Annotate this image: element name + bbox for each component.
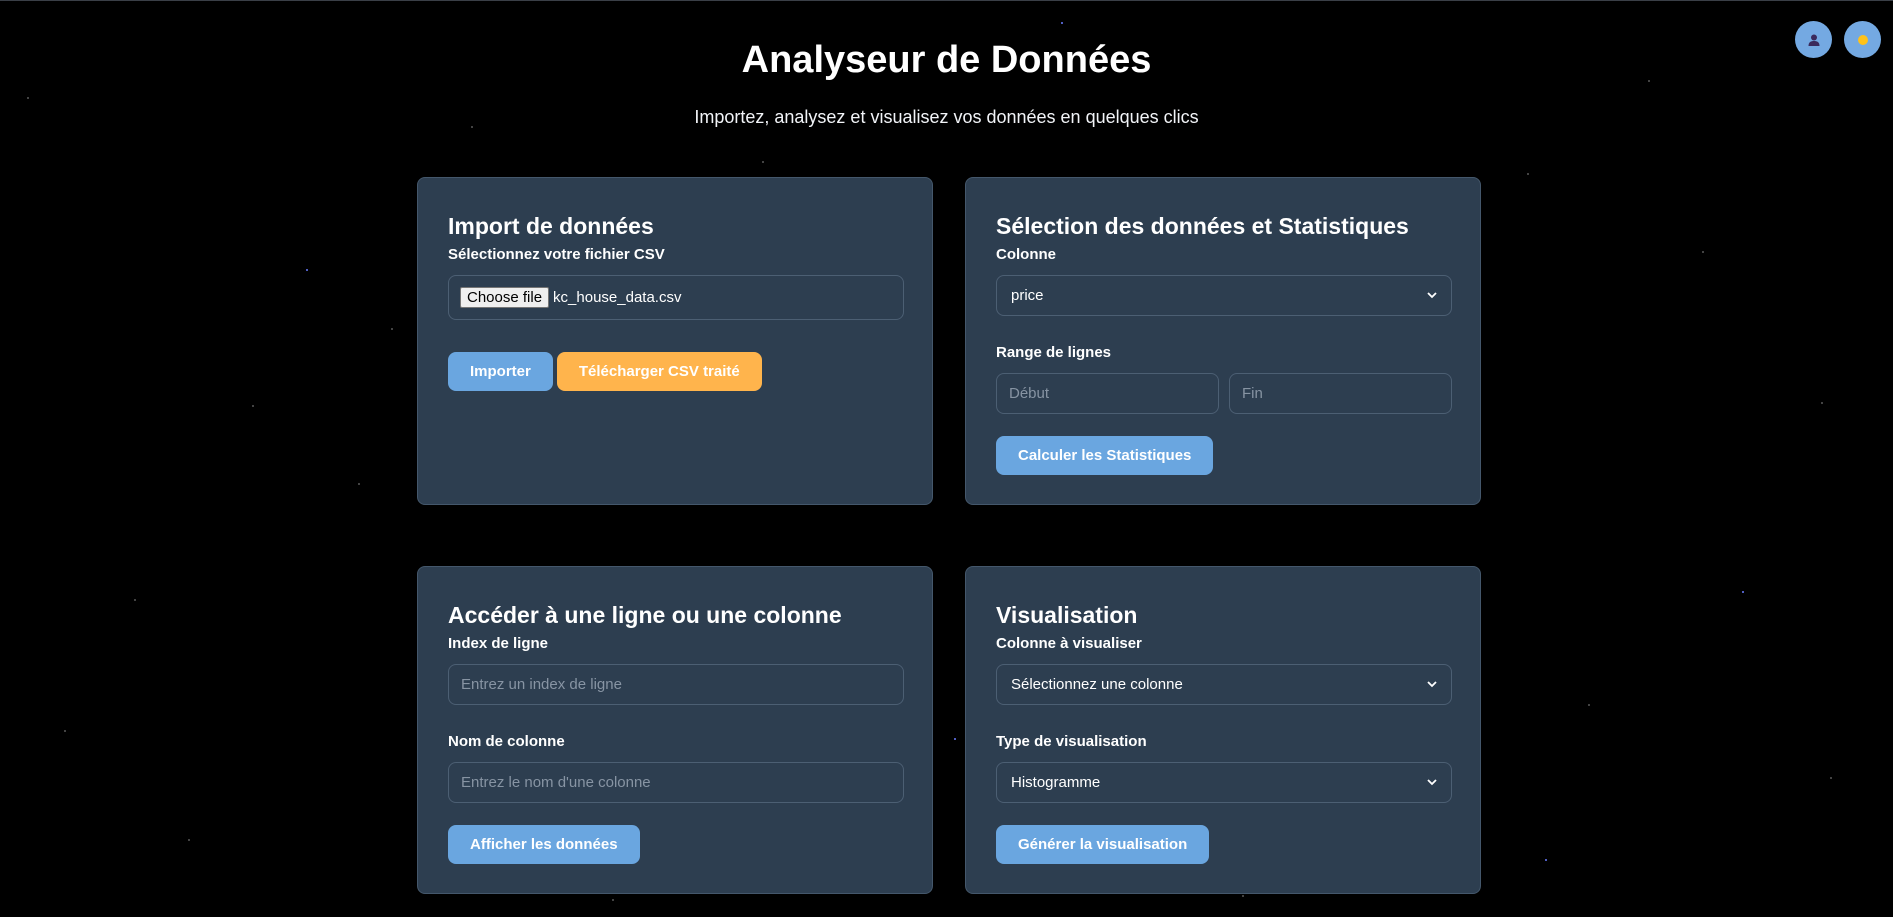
chevron-down-icon bbox=[1427, 292, 1437, 299]
viz-column-select[interactable]: Sélectionnez une colonne bbox=[996, 664, 1452, 705]
page-subtitle: Importez, analysez et visualisez vos don… bbox=[694, 107, 1199, 127]
range-label: Range de lignes bbox=[996, 344, 1112, 361]
column-name-input[interactable] bbox=[448, 762, 904, 803]
viz-type-select-value: Histogramme bbox=[1011, 774, 1101, 791]
row-index-input[interactable] bbox=[448, 664, 904, 705]
chevron-down-icon bbox=[1427, 779, 1437, 786]
card-title: Sélection des données et Statistiques bbox=[996, 213, 1409, 239]
chevron-down-icon bbox=[1427, 681, 1437, 688]
column-label: Colonne bbox=[996, 246, 1056, 263]
starfield-background bbox=[0, 1, 1893, 917]
viz-type-select[interactable]: Histogramme bbox=[996, 762, 1452, 803]
page-title: Analyseur de Données bbox=[741, 39, 1152, 81]
generate-viz-button[interactable]: Générer la visualisation bbox=[996, 825, 1210, 864]
card-title: Visualisation bbox=[996, 602, 1138, 628]
viz-column-select-value: Sélectionnez une colonne bbox=[1011, 676, 1183, 693]
column-select[interactable]: price bbox=[996, 275, 1452, 316]
column-select-value: price bbox=[1011, 287, 1044, 304]
access-card: Accéder à une ligne ou une colonne Index… bbox=[417, 566, 933, 894]
page: Analyseur de Données Importez, analysez … bbox=[0, 0, 1893, 917]
visualization-card: Visualisation Colonne à visualiser Sélec… bbox=[965, 566, 1481, 894]
show-data-button[interactable]: Afficher les données bbox=[448, 825, 640, 864]
file-label: Sélectionnez votre fichier CSV bbox=[448, 246, 665, 263]
row-index-label: Index de ligne bbox=[448, 635, 549, 652]
import-button[interactable]: Importer bbox=[448, 352, 553, 391]
viz-column-label: Colonne à visualiser bbox=[996, 635, 1142, 652]
download-csv-button[interactable]: Télécharger CSV traité bbox=[556, 352, 762, 391]
file-name: kc_house_data.csv bbox=[553, 289, 682, 306]
range-start-input[interactable] bbox=[996, 373, 1219, 414]
choose-file-button[interactable]: Choose file bbox=[460, 287, 550, 308]
range-end-input[interactable] bbox=[1229, 373, 1452, 414]
card-title: Import de données bbox=[448, 213, 654, 239]
card-title: Accéder à une ligne ou une colonne bbox=[448, 602, 842, 628]
import-card: Import de données Sélectionnez votre fic… bbox=[417, 177, 933, 505]
column-name-label: Nom de colonne bbox=[448, 733, 565, 750]
file-input[interactable]: Choose file kc_house_data.csv bbox=[448, 275, 904, 320]
viz-type-label: Type de visualisation bbox=[996, 733, 1147, 750]
stats-card: Sélection des données et Statistiques Co… bbox=[965, 177, 1481, 505]
compute-stats-button[interactable]: Calculer les Statistiques bbox=[996, 436, 1214, 475]
